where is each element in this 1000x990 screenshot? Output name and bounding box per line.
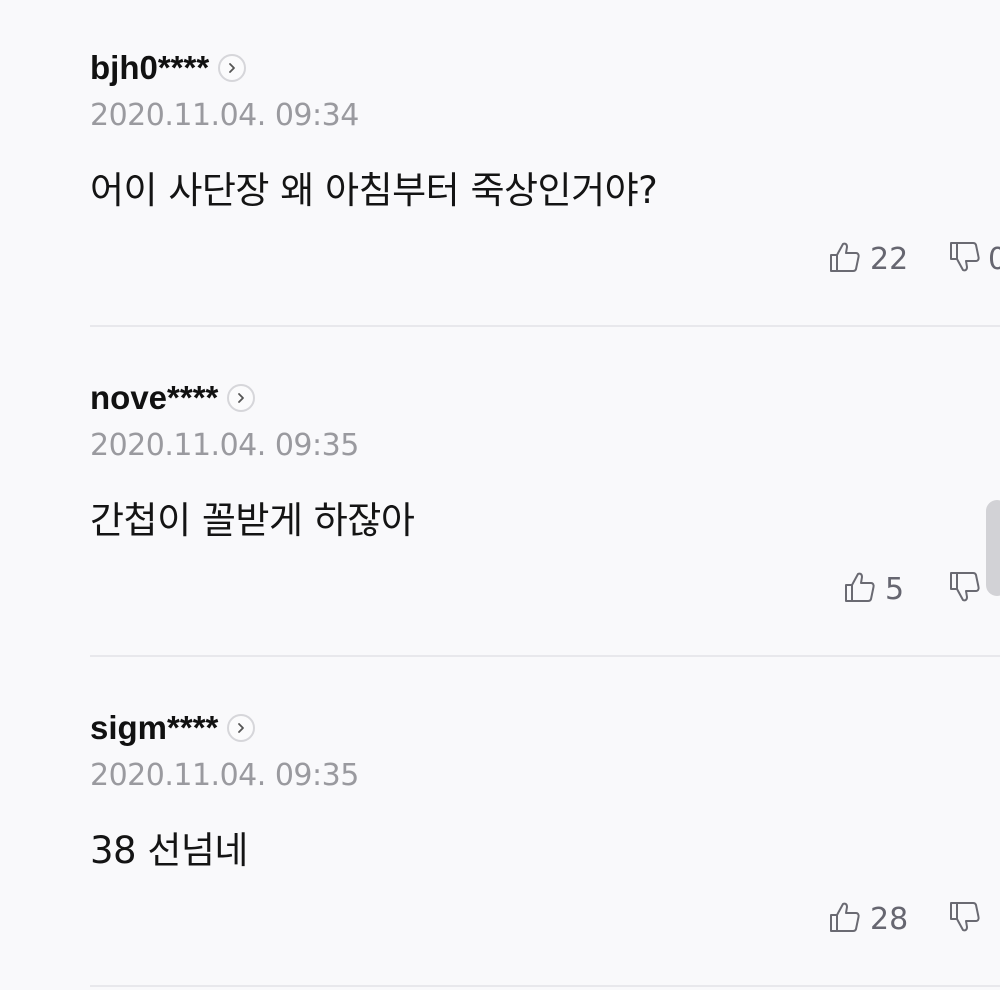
comment-author: bjh0**** <box>90 45 247 91</box>
comment-author: sigm**** <box>90 705 256 751</box>
thumbs-up-icon <box>843 570 877 608</box>
comment-item: sigm**** 2020.11.04. 09:35 38 선넘네 28 <box>0 660 1000 990</box>
thumbs-up-icon <box>828 240 862 278</box>
comment-divider <box>90 985 1000 987</box>
comment-author: nove**** <box>90 375 256 421</box>
like-count: 5 <box>885 571 905 607</box>
like-button[interactable]: 22 <box>828 240 908 278</box>
thumbs-up-icon <box>828 900 862 938</box>
comment-divider <box>90 655 1000 657</box>
comment-text: 어이 사단장 왜 아침부터 죽상인거야? <box>90 169 658 212</box>
dislike-count: 0 <box>988 241 1000 277</box>
thumbs-down-icon <box>948 570 982 608</box>
username[interactable]: bjh0**** <box>90 49 209 87</box>
scrollbar-thumb[interactable] <box>986 500 1000 596</box>
dislike-button[interactable] <box>948 570 988 608</box>
dislike-button[interactable]: 0 <box>948 240 1000 278</box>
comment-item: bjh0**** 2020.11.04. 09:34 어이 사단장 왜 아침부터… <box>0 0 1000 330</box>
comment-timestamp: 2020.11.04. 09:34 <box>90 98 359 133</box>
comment-list: bjh0**** 2020.11.04. 09:34 어이 사단장 왜 아침부터… <box>0 0 1000 989</box>
comment-timestamp: 2020.11.04. 09:35 <box>90 758 359 793</box>
username[interactable]: sigm**** <box>90 709 218 747</box>
like-button[interactable]: 5 <box>843 570 904 608</box>
thumbs-down-icon <box>948 900 982 938</box>
chevron-right-icon[interactable] <box>227 384 256 412</box>
like-count: 22 <box>870 241 909 277</box>
username[interactable]: nove**** <box>90 379 218 417</box>
comment-text: 간첩이 꼴받게 하잖아 <box>90 499 415 542</box>
like-count: 28 <box>870 901 909 937</box>
comment-divider <box>90 325 1000 327</box>
thumbs-down-icon <box>948 240 982 278</box>
chevron-right-icon[interactable] <box>218 54 247 82</box>
comment-timestamp: 2020.11.04. 09:35 <box>90 428 359 463</box>
dislike-button[interactable] <box>948 900 988 938</box>
chevron-right-icon[interactable] <box>227 714 256 742</box>
like-button[interactable]: 28 <box>828 900 908 938</box>
comment-text: 38 선넘네 <box>90 829 248 872</box>
comment-item: nove**** 2020.11.04. 09:35 간첩이 꼴받게 하잖아 5 <box>0 330 1000 660</box>
